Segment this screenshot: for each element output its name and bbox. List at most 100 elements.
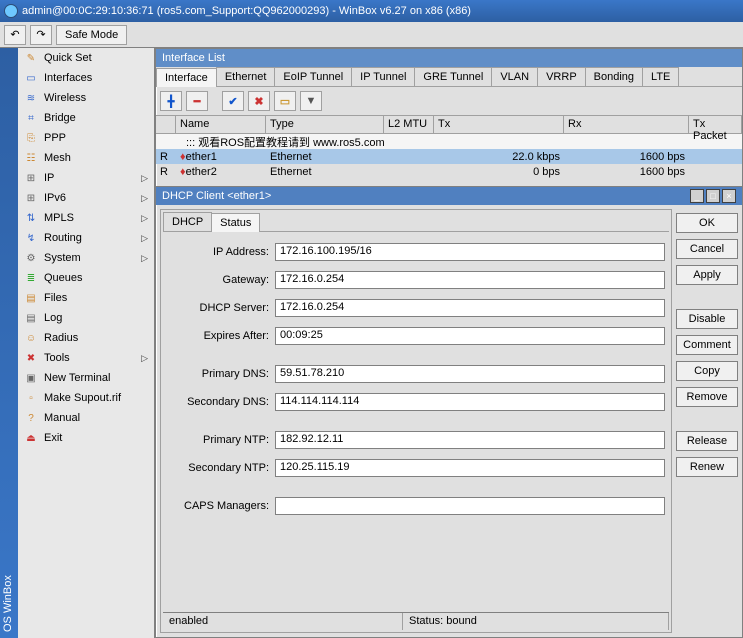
interface-grid-body: ::: 观看ROS配置教程请到 www.ros5.comR♦ether1Ethe… <box>156 134 742 179</box>
sidebar-item-tools[interactable]: ✖Tools▷ <box>18 348 154 368</box>
primary-ntp-value: 182.92.12.11 <box>275 431 665 449</box>
apply-button[interactable]: Apply <box>676 265 738 285</box>
col-name[interactable]: Name <box>176 116 266 133</box>
renew-button[interactable]: Renew <box>676 457 738 477</box>
sidebar-item-files[interactable]: ▤Files <box>18 288 154 308</box>
add-button[interactable]: ╋ <box>160 91 182 111</box>
submenu-arrow-icon: ▷ <box>141 253 148 264</box>
interface-row-ether1[interactable]: R♦ether1Ethernet22.0 kbps1600 bps <box>156 149 742 164</box>
sidebar-vertical-label: OS WinBox <box>0 48 18 638</box>
interface-row-ether2[interactable]: R♦ether2Ethernet0 bps1600 bps <box>156 164 742 179</box>
redo-button[interactable]: ↷ <box>30 25 52 45</box>
remove-button[interactable]: Remove <box>676 387 738 407</box>
sidebar-item-bridge[interactable]: ⌗Bridge <box>18 108 154 128</box>
sidebar-item-interfaces[interactable]: ▭Interfaces <box>18 68 154 88</box>
tab-ethernet[interactable]: Ethernet <box>216 67 276 86</box>
sidebar-item-exit[interactable]: ⏏Exit <box>18 428 154 448</box>
menu-label: IPv6 <box>44 192 66 204</box>
enable-button[interactable]: ✔ <box>222 91 244 111</box>
menu-label: Wireless <box>44 92 86 104</box>
tab-bonding[interactable]: Bonding <box>585 67 643 86</box>
cell-tx: 22.0 kbps <box>434 151 564 163</box>
copy-button[interactable]: Copy <box>676 361 738 381</box>
col-tx[interactable]: Tx <box>434 116 564 133</box>
menu-label: Radius <box>44 332 78 344</box>
sidebar-item-radius[interactable]: ☺Radius <box>18 328 154 348</box>
sidebar-item-log[interactable]: ▤Log <box>18 308 154 328</box>
primary-dns-label: Primary DNS: <box>167 368 275 380</box>
menu-label: System <box>44 252 81 264</box>
disable-button[interactable]: ✖ <box>248 91 270 111</box>
app-logo-icon <box>4 4 18 18</box>
menu-label: Manual <box>44 412 80 424</box>
sidebar-item-queues[interactable]: ≣Queues <box>18 268 154 288</box>
tab-vlan[interactable]: VLAN <box>491 67 538 86</box>
interface-grid-header: Name Type L2 MTU Tx Rx Tx Packet <box>156 116 742 134</box>
release-button[interactable]: Release <box>676 431 738 451</box>
menu-icon: ⇅ <box>24 211 38 225</box>
tab-interface[interactable]: Interface <box>156 68 217 87</box>
dhcp-tabs: DHCPStatus <box>163 212 669 232</box>
dhcp-client-title[interactable]: DHCP Client <ether1> _ □ × <box>156 187 742 205</box>
undo-button[interactable]: ↶ <box>4 25 26 45</box>
col-l2mtu[interactable]: L2 MTU <box>384 116 434 133</box>
cancel-button[interactable]: Cancel <box>676 239 738 259</box>
sidebar-item-ppp[interactable]: ⎘PPP <box>18 128 154 148</box>
col-flag[interactable] <box>156 116 176 133</box>
titlebar: admin@00:0C:29:10:36:71 (ros5.com_Suppor… <box>0 0 743 22</box>
col-rx[interactable]: Rx <box>564 116 689 133</box>
cell-rx: 1600 bps <box>564 151 689 163</box>
safe-mode-button[interactable]: Safe Mode <box>56 25 127 45</box>
menu-label: Mesh <box>44 152 71 164</box>
dhcp-tab-dhcp[interactable]: DHCP <box>163 212 212 231</box>
dhcp-client-window: DHCP Client <ether1> _ □ × DHCPStatus IP… <box>155 186 743 638</box>
interface-note-row: ::: 观看ROS配置教程请到 www.ros5.com <box>156 134 742 149</box>
menu-icon: ▭ <box>24 71 38 85</box>
comment-button[interactable]: Comment <box>676 335 738 355</box>
menu-label: Files <box>44 292 67 304</box>
col-txpacket[interactable]: Tx Packet <box>689 116 742 133</box>
sidebar-item-make-supout-rif[interactable]: ▫Make Supout.rif <box>18 388 154 408</box>
secondary-dns-value: 114.114.114.114 <box>275 393 665 411</box>
tab-gre-tunnel[interactable]: GRE Tunnel <box>414 67 492 86</box>
cell-flag: R <box>156 166 176 178</box>
submenu-arrow-icon: ▷ <box>141 353 148 364</box>
tab-lte[interactable]: LTE <box>642 67 679 86</box>
close-button[interactable]: × <box>722 189 736 203</box>
main-toolbar: ↶ ↷ Safe Mode <box>0 22 743 48</box>
sidebar-item-manual[interactable]: ?Manual <box>18 408 154 428</box>
dhcp-tab-status[interactable]: Status <box>211 213 260 232</box>
ethernet-icon: ♦ <box>180 151 186 163</box>
sidebar-item-ip[interactable]: ⊞IP▷ <box>18 168 154 188</box>
menu-icon: ⚙ <box>24 251 38 265</box>
dhcp-client-title-text: DHCP Client <ether1> <box>162 190 271 202</box>
sidebar-item-ipv6[interactable]: ⊞IPv6▷ <box>18 188 154 208</box>
minimize-button[interactable]: _ <box>690 189 704 203</box>
menu-label: Queues <box>44 272 83 284</box>
remove-button[interactable]: ━ <box>186 91 208 111</box>
tab-ip-tunnel[interactable]: IP Tunnel <box>351 67 415 86</box>
cell-name: ♦ether2 <box>176 166 266 178</box>
tab-vrrp[interactable]: VRRP <box>537 67 586 86</box>
menu-label: Exit <box>44 432 62 444</box>
sidebar-item-mpls[interactable]: ⇅MPLS▷ <box>18 208 154 228</box>
menu-icon: ⊞ <box>24 191 38 205</box>
disable-button[interactable]: Disable <box>676 309 738 329</box>
filter-button[interactable]: ▼ <box>300 91 322 111</box>
sidebar-item-new-terminal[interactable]: ▣New Terminal <box>18 368 154 388</box>
ethernet-icon: ♦ <box>180 166 186 178</box>
sidebar-item-wireless[interactable]: ≋Wireless <box>18 88 154 108</box>
menu-icon: ▤ <box>24 311 38 325</box>
menu-icon: ✖ <box>24 351 38 365</box>
sidebar-item-system[interactable]: ⚙ System ▷ <box>18 248 154 268</box>
sidebar-item-routing[interactable]: ↯Routing▷ <box>18 228 154 248</box>
col-type[interactable]: Type <box>266 116 384 133</box>
sidebar-item-quick-set[interactable]: ✎Quick Set <box>18 48 154 68</box>
interface-note-text: ::: 观看ROS配置教程请到 www.ros5.com <box>156 134 389 150</box>
ok-button[interactable]: OK <box>676 213 738 233</box>
dhcp-statusbar: enabled Status: bound <box>163 612 669 630</box>
sidebar-item-mesh[interactable]: ☷Mesh <box>18 148 154 168</box>
maximize-button[interactable]: □ <box>706 189 720 203</box>
comment-button[interactable]: ▭ <box>274 91 296 111</box>
tab-eoip-tunnel[interactable]: EoIP Tunnel <box>274 67 352 86</box>
